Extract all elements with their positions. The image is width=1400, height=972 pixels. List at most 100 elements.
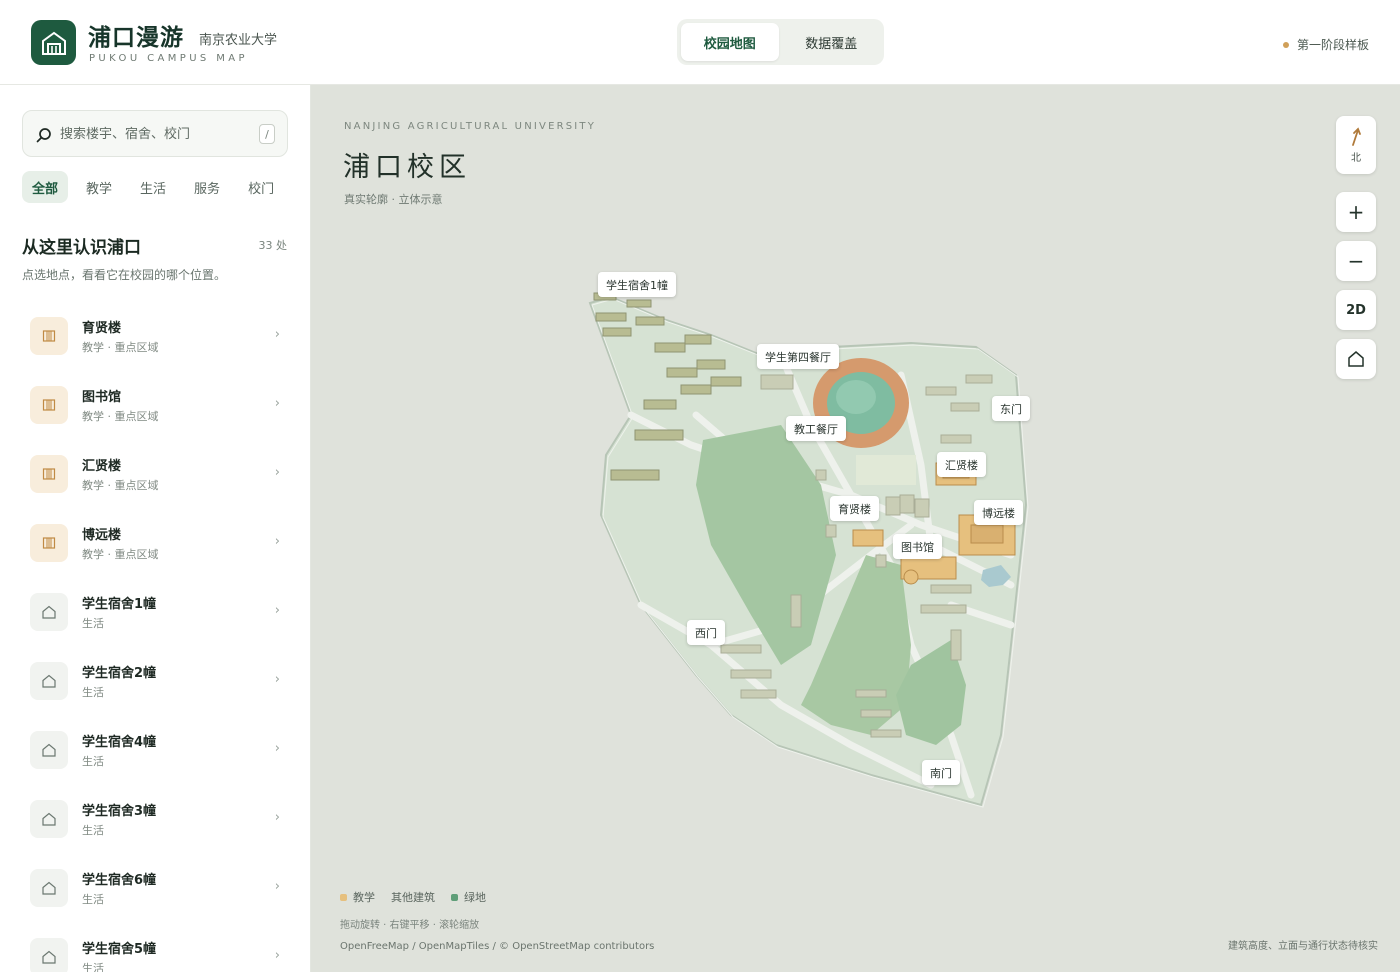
building-icon bbox=[30, 317, 68, 355]
list-item-name: 学生宿舍6幢 bbox=[82, 873, 157, 888]
list-item-name: 图书馆 bbox=[82, 390, 122, 405]
map-label-library[interactable]: 图书馆 bbox=[893, 534, 942, 559]
list-item-name: 学生宿舍5幢 bbox=[82, 942, 157, 957]
sidebar: / 全部 教学 生活 服务 校门 从这里认识浦口 33 处 点选地点，看看它在校… bbox=[0, 85, 311, 972]
filter-living[interactable]: 生活 bbox=[130, 171, 176, 203]
map-label-boyuan[interactable]: 博远楼 bbox=[974, 500, 1023, 525]
search-input[interactable] bbox=[60, 123, 250, 145]
house-icon bbox=[30, 593, 68, 631]
list-item[interactable]: 学生宿舍4幢 生活 › bbox=[0, 716, 310, 785]
view-mode-button[interactable]: 2D bbox=[1336, 290, 1376, 330]
place-list: 育贤楼 教学 · 重点区域 › 图书馆 教学 · 重点区域 › 汇贤楼 教学 · 重点区域 › 博… bbox=[0, 302, 310, 972]
map-label-canteen-4[interactable]: 学生第四餐厅 bbox=[757, 344, 839, 369]
compass-label: 北 bbox=[1351, 152, 1361, 164]
section-description: 点选地点，看看它在校园的哪个位置。 bbox=[22, 268, 227, 282]
house-icon bbox=[30, 938, 68, 972]
legend-other: 其他建筑 bbox=[391, 889, 435, 905]
app-subtitle: PUKOU CAMPUS MAP bbox=[89, 53, 248, 64]
list-item-meta: 生活 bbox=[82, 686, 104, 699]
legend-label: 教学 bbox=[353, 891, 375, 904]
map-label-south-gate[interactable]: 南门 bbox=[922, 760, 960, 785]
list-item-meta: 教学 · 重点区域 bbox=[82, 548, 159, 561]
house-icon bbox=[30, 731, 68, 769]
chevron-right-icon: › bbox=[274, 465, 280, 480]
map-label-west-gate[interactable]: 西门 bbox=[687, 620, 725, 645]
stage-badge: 第一阶段样板 bbox=[1282, 36, 1369, 53]
map-label-huixian[interactable]: 汇贤楼 bbox=[937, 452, 986, 477]
legend-swatch bbox=[340, 893, 347, 901]
tab-data-coverage[interactable]: 数据覆盖 bbox=[783, 23, 881, 61]
compass-button[interactable]: 北 bbox=[1336, 116, 1376, 174]
legend-swatch bbox=[451, 893, 458, 901]
app-header: 浦口漫游 南京农业大学 PUKOU CAMPUS MAP 校园地图 数据覆盖 第… bbox=[0, 0, 1400, 85]
university-name: 南京农业大学 bbox=[199, 33, 278, 48]
view-tabs: 校园地图 数据覆盖 bbox=[677, 19, 884, 65]
list-item-meta: 教学 · 重点区域 bbox=[82, 341, 159, 354]
map-label-yuxian[interactable]: 育贤楼 bbox=[830, 496, 879, 521]
list-item-meta: 生活 bbox=[82, 962, 104, 972]
data-note: 建筑高度、立面与通行状态待核实 bbox=[1228, 941, 1378, 952]
chevron-right-icon: › bbox=[274, 879, 280, 894]
list-item[interactable]: 学生宿舍2幢 生活 › bbox=[0, 647, 310, 716]
place-count: 33 处 bbox=[258, 239, 288, 252]
category-filters: 全部 教学 生活 服务 校门 bbox=[22, 171, 284, 203]
list-item-name: 学生宿舍3幢 bbox=[82, 804, 157, 819]
list-item-meta: 生活 bbox=[82, 824, 104, 837]
list-item[interactable]: 育贤楼 教学 · 重点区域 › bbox=[0, 302, 310, 371]
section-title: 从这里认识浦口 bbox=[22, 238, 141, 258]
campus-3d-map[interactable] bbox=[311, 85, 1400, 972]
list-item-name: 学生宿舍4幢 bbox=[82, 735, 157, 750]
reset-view-button[interactable] bbox=[1336, 339, 1376, 379]
chevron-right-icon: › bbox=[274, 603, 280, 618]
list-item-name: 博远楼 bbox=[82, 528, 122, 543]
list-item[interactable]: 学生宿舍5幢生活 › bbox=[0, 923, 310, 972]
legend-teaching: 教学 bbox=[340, 889, 375, 905]
list-item-meta: 生活 bbox=[82, 893, 104, 906]
list-item[interactable]: 图书馆教学 · 重点区域 › bbox=[0, 371, 310, 440]
list-item[interactable]: 学生宿舍6幢 生活 › bbox=[0, 854, 310, 923]
map-legend: 教学 其他建筑 绿地 bbox=[340, 889, 486, 905]
chevron-right-icon: › bbox=[274, 396, 280, 411]
list-item-name: 学生宿舍1幢 bbox=[82, 597, 157, 612]
plaza bbox=[856, 455, 916, 485]
list-item-meta: 生活 bbox=[82, 617, 104, 630]
building-icon bbox=[30, 386, 68, 424]
map-label-staff-canteen[interactable]: 教工餐厅 bbox=[786, 416, 846, 441]
zoom-out-button[interactable]: − bbox=[1336, 241, 1376, 281]
campus-logo-icon[interactable] bbox=[31, 20, 76, 65]
legend-green: 绿地 bbox=[451, 889, 486, 905]
home-icon bbox=[1348, 351, 1364, 367]
map-label-east-gate[interactable]: 东门 bbox=[992, 396, 1030, 421]
map-canvas[interactable]: NANJING AGRICULTURAL UNIVERSITY 浦口校区 真实轮… bbox=[311, 85, 1400, 972]
list-item[interactable]: 学生宿舍1幢 生活 › bbox=[0, 578, 310, 647]
legend-label: 其他建筑 bbox=[391, 891, 435, 904]
list-item-meta: 生活 bbox=[82, 755, 104, 768]
filter-teaching[interactable]: 教学 bbox=[76, 171, 122, 203]
chevron-right-icon: › bbox=[274, 948, 280, 963]
list-item-name: 育贤楼 bbox=[82, 321, 122, 336]
stage-label: 第一阶段样板 bbox=[1296, 38, 1369, 52]
list-item[interactable]: 学生宿舍3幢 生活 › bbox=[0, 785, 310, 854]
status-dot-icon bbox=[1282, 41, 1289, 48]
house-icon bbox=[30, 662, 68, 700]
list-item[interactable]: 博远楼教学 · 重点区域 › bbox=[0, 509, 310, 578]
filter-all[interactable]: 全部 bbox=[22, 171, 69, 203]
search-box[interactable]: / bbox=[22, 110, 288, 157]
legend-label: 绿地 bbox=[464, 891, 486, 904]
app-title: 浦口漫游 bbox=[88, 25, 184, 51]
chevron-right-icon: › bbox=[274, 672, 280, 687]
map-label-dorm-1[interactable]: 学生宿舍1幢 bbox=[598, 272, 676, 297]
zoom-in-button[interactable]: + bbox=[1336, 192, 1376, 232]
tab-campus-map[interactable]: 校园地图 bbox=[681, 23, 779, 61]
filter-gates[interactable]: 校门 bbox=[238, 171, 284, 203]
search-icon bbox=[36, 128, 51, 143]
chevron-right-icon: › bbox=[274, 534, 280, 549]
filter-service[interactable]: 服务 bbox=[184, 171, 230, 203]
list-item[interactable]: 汇贤楼 教学 · 重点区域 › bbox=[0, 440, 310, 509]
list-item-meta: 教学 · 重点区域 bbox=[82, 410, 159, 423]
chevron-right-icon: › bbox=[274, 810, 280, 825]
interaction-hint: 拖动旋转 · 右键平移 · 滚轮缩放 bbox=[340, 920, 480, 931]
list-item-name: 汇贤楼 bbox=[82, 459, 122, 474]
map-attribution[interactable]: OpenFreeMap / OpenMapTiles / © OpenStree… bbox=[340, 941, 654, 952]
building-icon bbox=[30, 455, 68, 493]
